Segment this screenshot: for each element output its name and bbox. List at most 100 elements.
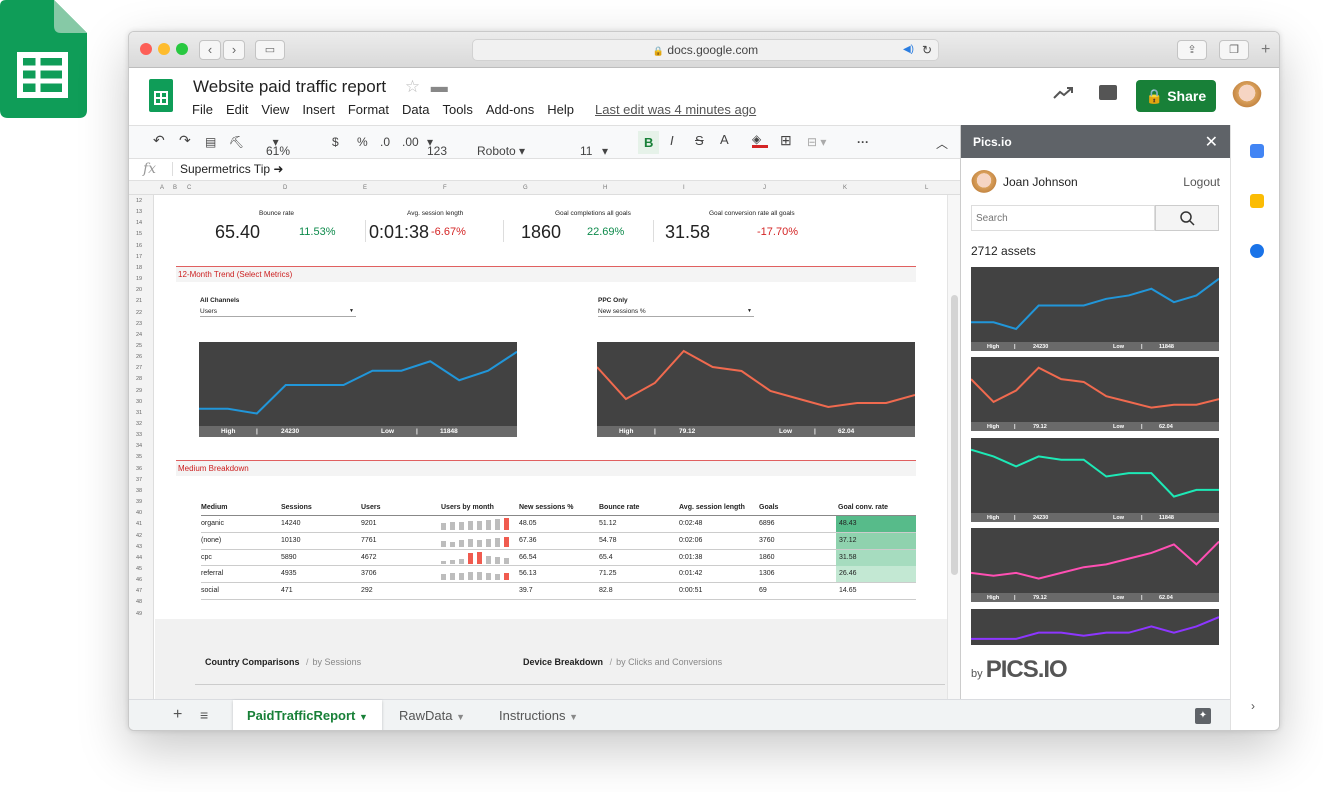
column-header[interactable]: D <box>283 185 287 191</box>
row-header[interactable]: 41 <box>136 521 142 527</box>
column-header[interactable]: G <box>523 185 528 191</box>
calendar-icon[interactable] <box>1250 144 1264 158</box>
add-sheet-icon[interactable]: + <box>173 706 182 724</box>
document-title-text[interactable]: Website paid traffic report <box>193 77 386 96</box>
document-title[interactable]: Website paid traffic report ☆ ▬ <box>193 77 448 97</box>
row-header[interactable]: 30 <box>136 399 142 405</box>
zoom-select[interactable]: 61% ▾ <box>266 135 290 158</box>
row-header[interactable]: 34 <box>136 443 142 449</box>
tab-paidtrafficreport[interactable]: PaidTrafficReport ▼ <box>233 700 382 730</box>
paint-format-icon[interactable]: ⛏ <box>229 135 244 149</box>
left-metric-select[interactable]: Users ▼ <box>200 308 356 317</box>
star-icon[interactable]: ☆ <box>405 77 420 96</box>
row-header[interactable]: 45 <box>136 566 142 572</box>
row-header[interactable]: 20 <box>136 287 142 293</box>
new-tab-icon[interactable]: + <box>1261 41 1270 59</box>
collapse-toolbar-icon[interactable]: ︿ <box>936 135 948 152</box>
row-header[interactable]: 43 <box>136 544 142 550</box>
expand-rail-icon[interactable]: › <box>1251 699 1255 713</box>
keep-icon[interactable] <box>1250 194 1264 208</box>
right-metric-select[interactable]: New sessions % ▼ <box>598 308 754 317</box>
explore-trend-icon[interactable] <box>1053 86 1073 105</box>
tabs-overview-icon[interactable]: ❐ <box>1219 40 1249 60</box>
column-header[interactable]: F <box>443 185 447 191</box>
forward-icon[interactable]: › <box>223 40 245 60</box>
row-header[interactable]: 42 <box>136 533 142 539</box>
merge-cells-icon[interactable]: ⊟ ▾ <box>807 135 826 149</box>
column-header[interactable]: A <box>160 185 164 191</box>
vertical-scrollbar[interactable] <box>947 195 960 699</box>
fill-color-icon[interactable]: ◈ <box>752 132 768 148</box>
column-header[interactable]: H <box>603 185 607 191</box>
row-header[interactable]: 22 <box>136 310 142 316</box>
asset-search-input[interactable] <box>971 205 1155 231</box>
share-browser-icon[interactable]: ⇪ <box>1177 40 1207 60</box>
menu-insert[interactable]: Insert <box>302 102 335 117</box>
currency-button[interactable]: $ <box>332 135 339 149</box>
row-header[interactable]: 29 <box>136 388 142 394</box>
close-window-button[interactable] <box>140 43 152 55</box>
row-header[interactable]: 18 <box>136 265 142 271</box>
decrease-decimal-button[interactable]: .0 <box>380 135 390 149</box>
address-bar[interactable]: 🔒 docs.google.com ◀) ↻ <box>472 39 939 61</box>
row-header[interactable]: 48 <box>136 599 142 605</box>
row-header[interactable]: 25 <box>136 343 142 349</box>
column-header[interactable]: E <box>363 185 367 191</box>
folder-icon[interactable]: ▬ <box>431 77 448 96</box>
row-header[interactable]: 37 <box>136 477 142 483</box>
row-header[interactable]: 38 <box>136 488 142 494</box>
search-button[interactable] <box>1155 205 1219 231</box>
row-header[interactable]: 23 <box>136 321 142 327</box>
row-header[interactable]: 47 <box>136 588 142 594</box>
row-header[interactable]: 28 <box>136 376 142 382</box>
all-sheets-icon[interactable]: ≡ <box>200 707 208 723</box>
back-icon[interactable]: ‹ <box>199 40 221 60</box>
row-header[interactable]: 44 <box>136 555 142 561</box>
menu-view[interactable]: View <box>261 102 289 117</box>
share-button[interactable]: 🔒 Share <box>1136 80 1216 112</box>
row-header[interactable]: 40 <box>136 510 142 516</box>
italic-button[interactable]: I <box>670 133 674 148</box>
menu-addons[interactable]: Add-ons <box>486 102 534 117</box>
menu-tools[interactable]: Tools <box>442 102 472 117</box>
menu-edit[interactable]: Edit <box>226 102 248 117</box>
strikethrough-button[interactable]: S <box>695 133 704 148</box>
percent-button[interactable]: % <box>357 135 368 149</box>
row-header[interactable]: 13 <box>136 209 142 215</box>
row-header[interactable]: 32 <box>136 421 142 427</box>
row-header[interactable]: 39 <box>136 499 142 505</box>
row-header[interactable]: 14 <box>136 220 142 226</box>
user-avatar[interactable] <box>1232 81 1262 111</box>
sheets-doc-icon[interactable] <box>149 79 173 112</box>
asset-thumbnail[interactable]: High | 79.12 Low | 62.04 <box>971 357 1219 431</box>
row-header[interactable]: 31 <box>136 410 142 416</box>
text-color-button[interactable]: A <box>720 132 729 147</box>
menu-file[interactable]: File <box>192 102 213 117</box>
scrollbar-thumb[interactable] <box>951 295 958 575</box>
menu-format[interactable]: Format <box>348 102 389 117</box>
column-header[interactable]: J <box>763 185 766 191</box>
row-header[interactable]: 35 <box>136 454 142 460</box>
undo-icon[interactable]: ↶ <box>153 132 165 149</box>
row-header[interactable]: 46 <box>136 577 142 583</box>
tab-instructions[interactable]: Instructions ▼ <box>485 700 592 730</box>
sidebar-toggle-icon[interactable]: ▭ <box>255 40 285 60</box>
logout-link[interactable]: Logout <box>1183 175 1220 189</box>
more-icon[interactable]: ··· <box>857 135 869 149</box>
print-icon[interactable]: ▤ <box>205 135 216 149</box>
explore-icon[interactable]: ✦ <box>1195 708 1211 724</box>
zoom-window-button[interactable] <box>176 43 188 55</box>
speaker-icon[interactable]: ◀) <box>903 40 914 60</box>
row-header[interactable]: 27 <box>136 365 142 371</box>
bold-button[interactable]: B <box>638 131 660 154</box>
asset-thumbnail[interactable]: High | 24230 Low | 11848 <box>971 438 1219 522</box>
column-header[interactable]: L <box>925 185 928 191</box>
tasks-icon[interactable] <box>1250 244 1264 258</box>
column-header[interactable]: B <box>173 185 177 191</box>
last-edit-link[interactable]: Last edit was 4 minutes ago <box>595 102 756 117</box>
row-header[interactable]: 15 <box>136 231 142 237</box>
menu-help[interactable]: Help <box>547 102 574 117</box>
redo-icon[interactable]: ↷ <box>179 132 191 149</box>
row-header[interactable]: 33 <box>136 432 142 438</box>
row-header[interactable]: 12 <box>136 198 142 204</box>
